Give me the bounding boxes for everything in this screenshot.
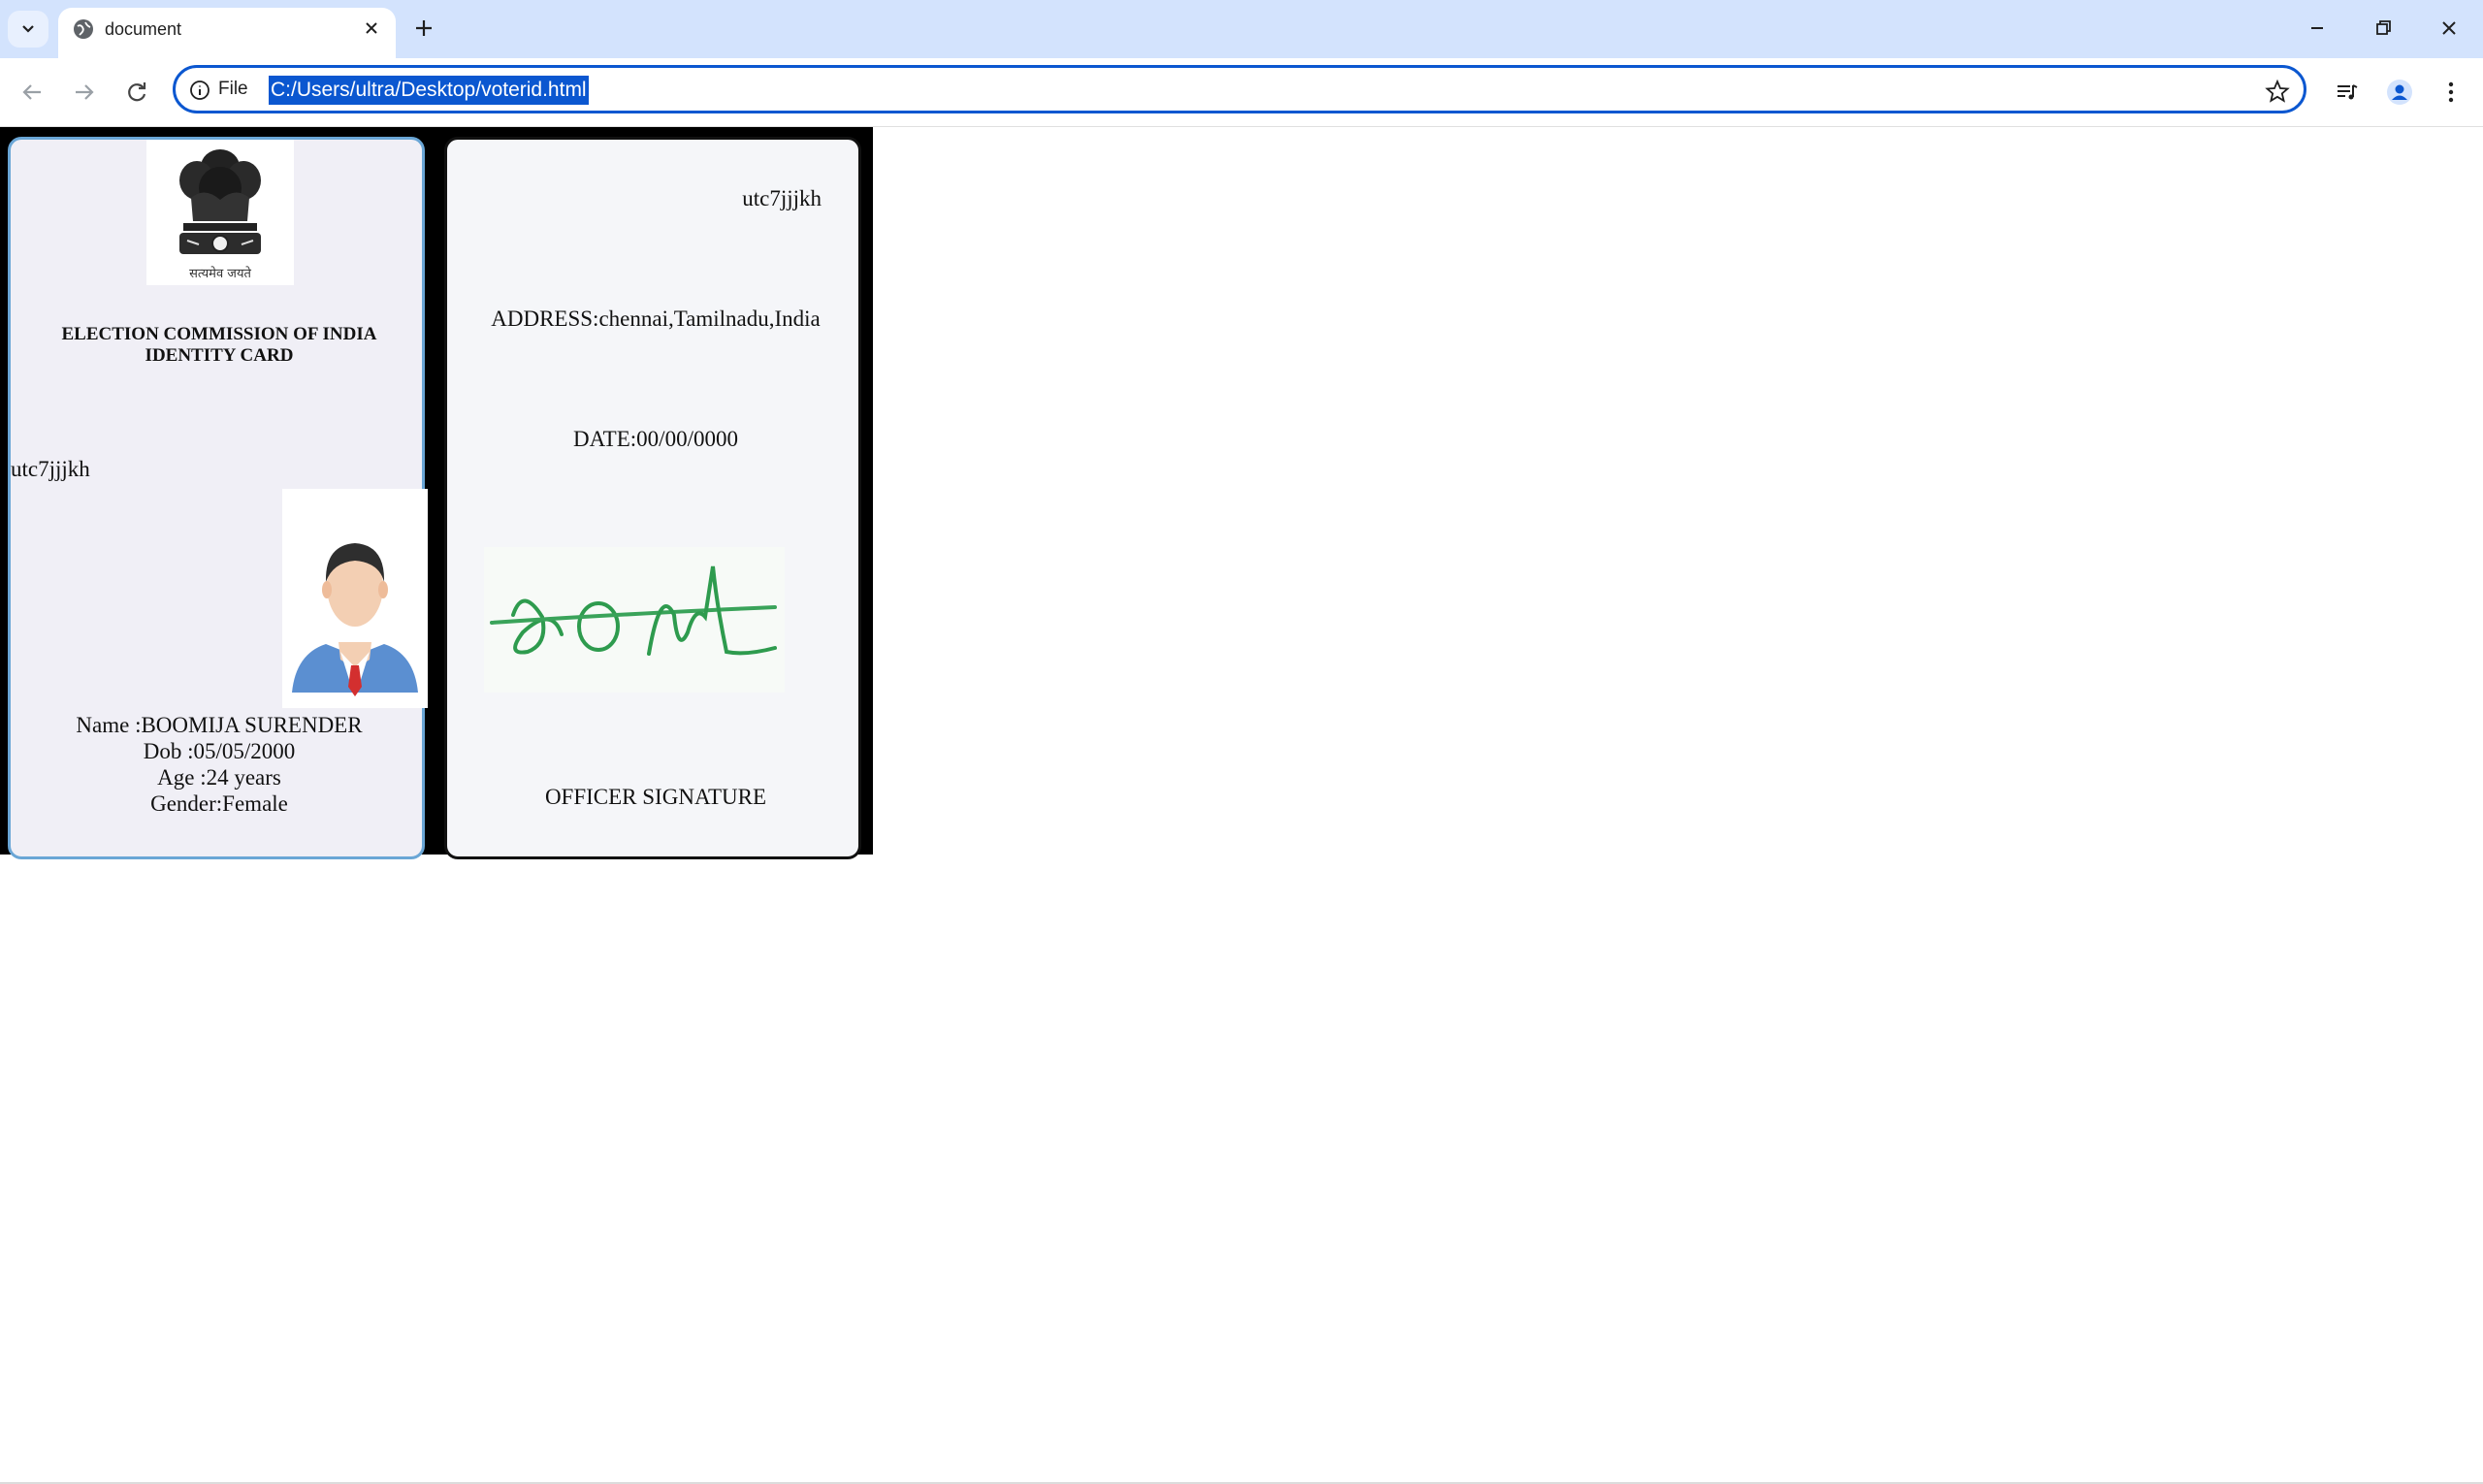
voter-photo [282,489,428,708]
minimize-icon[interactable] [2305,16,2330,41]
emblem-motto: सत्यमेव जयते [189,266,251,281]
window-close-icon[interactable] [2436,16,2462,41]
tab-search-button[interactable] [8,11,48,48]
url-text[interactable]: C:/Users/ultra/Desktop/voterid.html [269,76,589,105]
address-bar[interactable]: File C:/Users/ultra/Desktop/voterid.html [173,65,2306,113]
profile-avatar-icon[interactable] [2385,78,2414,107]
card-heading: ELECTION COMMISSION OF INDIA IDENTITY CA… [11,324,428,367]
voter-id-back-card: utc7jjjkh ADDRESS:chennai,Tamilnadu,Indi… [444,137,861,859]
card-heading-line2: IDENTITY CARD [145,345,294,366]
voter-name: Name :BOOMIJA SURENDER [76,713,363,737]
bookmark-star-icon[interactable] [2265,79,2290,104]
national-emblem: सत्यमेव जयते [146,140,294,285]
forward-arrow-icon[interactable] [70,78,99,107]
scheme-label: File [218,79,248,99]
issue-date: DATE:00/00/0000 [573,427,738,451]
voter-id-container: सत्यमेव जयते ELECTION COMMISSION OF INDI… [0,127,873,859]
voter-age: Age :24 years [157,765,281,790]
restore-icon[interactable] [2370,16,2396,41]
close-icon[interactable] [361,17,382,39]
officer-signature-label: OFFICER SIGNATURE [544,785,767,809]
reading-list-icon[interactable] [2333,78,2362,107]
signature-scribble [490,565,777,656]
reload-icon[interactable] [122,78,151,107]
browser-toolbar: File C:/Users/ultra/Desktop/voterid.html [0,58,2483,127]
info-icon[interactable] [189,80,210,101]
card-heading-line1: ELECTION COMMISSION OF INDIA [61,324,377,344]
lion-capital-icon: सत्यमेव जयते [179,149,261,281]
tab-document[interactable]: document [58,8,396,58]
voter-gender: Gender:Female [150,791,288,816]
epic-number-back: utc7jjjkh [742,186,822,210]
voter-dob: Dob :05/05/2000 [143,739,296,763]
menu-kebab-icon[interactable] [2436,78,2466,107]
chevron-down-icon [22,25,34,33]
voter-details: Name :BOOMIJA SURENDER Dob :05/05/2000 A… [11,712,428,817]
person-avatar-icon [292,543,418,696]
voter-address: ADDRESS:chennai,Tamilnadu,India [491,306,821,331]
epic-number: utc7jjjkh [11,457,90,481]
globe-icon [74,19,93,39]
tab-title: document [105,19,182,39]
back-arrow-icon[interactable] [17,78,47,107]
new-tab-icon[interactable] [411,16,436,41]
voter-id-front-card: सत्यमेव जयते ELECTION COMMISSION OF INDI… [8,137,428,859]
tab-strip: document [0,0,2483,58]
page-viewport: सत्यमेव जयते ELECTION COMMISSION OF INDI… [0,127,2483,1484]
officer-signature-image [484,547,785,693]
